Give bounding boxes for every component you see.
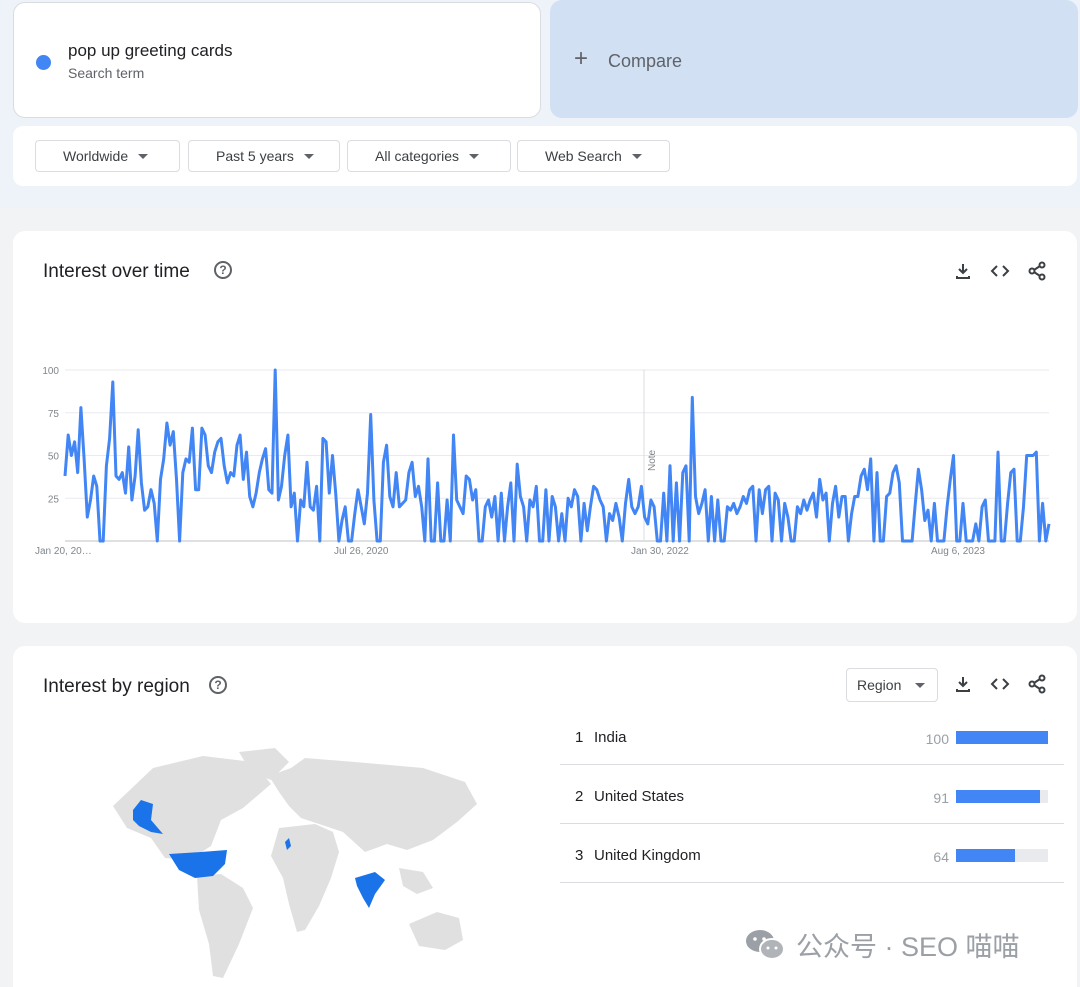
- plus-icon: +: [574, 45, 589, 72]
- world-map[interactable]: [93, 748, 493, 987]
- region-bar-track: [956, 849, 1048, 862]
- filter-search-type[interactable]: Web Search: [517, 140, 670, 172]
- caret-down-icon: [303, 153, 314, 159]
- y-tick-label: 25: [48, 494, 60, 505]
- filter-location[interactable]: Worldwide: [35, 140, 180, 172]
- filter-time-range-label: Past 5 years: [216, 148, 294, 164]
- region-name: United States: [594, 788, 685, 805]
- x-tick-label: Jan 30, 2022: [631, 546, 689, 557]
- region-bar-fill: [956, 731, 1048, 744]
- map-region-united-states: [169, 850, 227, 878]
- filter-time-range[interactable]: Past 5 years: [188, 140, 340, 172]
- embed-code-icon[interactable]: [990, 674, 1010, 694]
- share-icon[interactable]: [1027, 674, 1047, 694]
- filter-search-type-label: Web Search: [545, 148, 622, 164]
- interest-line-chart[interactable]: 25 50 75 100 Jan 20, 20… Jul 26, 2020 Jan 30, …: [13, 231, 1077, 623]
- region-rank: 1: [575, 729, 584, 746]
- region-select-label: Region: [857, 677, 902, 693]
- caret-down-icon: [915, 682, 926, 688]
- x-tick-label: Jan 20, 20…: [35, 546, 92, 557]
- caret-down-icon: [631, 153, 642, 159]
- region-name: India: [594, 729, 627, 746]
- region-rank: 3: [575, 847, 584, 864]
- region-row[interactable]: 3 United Kingdom 64: [560, 825, 1064, 883]
- note-label: Note: [647, 449, 658, 471]
- region-bar-fill: [956, 849, 1015, 862]
- caret-down-icon: [469, 153, 480, 159]
- series-color-dot: [36, 55, 51, 70]
- region-row[interactable]: 1 India 100: [560, 707, 1064, 765]
- region-bar-track: [956, 790, 1048, 803]
- region-name: United Kingdom: [594, 847, 701, 864]
- map-land: [113, 748, 477, 978]
- y-tick-label: 75: [48, 409, 60, 420]
- compare-button[interactable]: + Compare: [550, 0, 1078, 118]
- filter-bar: Worldwide Past 5 years All categories We…: [13, 126, 1077, 186]
- interest-by-region-title: Interest by region: [43, 676, 190, 697]
- region-value: 64: [933, 849, 949, 865]
- region-value: 91: [933, 790, 949, 806]
- watermark-text: 公众号 · SEO 喵喵: [796, 932, 1020, 962]
- watermark: 公众号 · SEO 喵喵: [744, 925, 1020, 964]
- filter-location-label: Worldwide: [63, 148, 129, 164]
- search-term-card[interactable]: pop up greeting cards Search term: [13, 2, 541, 118]
- caret-down-icon: [138, 153, 149, 159]
- interest-over-time-panel: Interest over time ? 25 50 75 100 Jan 20, 20…: [13, 231, 1077, 623]
- x-tick-label: Aug 6, 2023: [931, 546, 985, 557]
- region-resolution-select[interactable]: Region: [846, 668, 938, 702]
- map-region-india: [355, 872, 385, 908]
- wechat-icon: [746, 929, 785, 960]
- region-row[interactable]: 2 United States 91: [560, 766, 1064, 824]
- filter-category-label: All categories: [375, 148, 460, 164]
- download-icon[interactable]: [953, 674, 973, 694]
- x-tick-label: Jul 26, 2020: [334, 546, 389, 557]
- filter-category[interactable]: All categories: [347, 140, 511, 172]
- y-tick-label: 100: [42, 366, 59, 377]
- search-term-type: Search term: [68, 65, 145, 81]
- y-tick-label: 50: [48, 452, 60, 463]
- region-bar-track: [956, 731, 1048, 744]
- region-rank: 2: [575, 788, 584, 805]
- help-icon[interactable]: ?: [209, 676, 227, 694]
- compare-label: Compare: [608, 51, 683, 71]
- region-bar-fill: [956, 790, 1040, 803]
- region-value: 100: [925, 731, 949, 747]
- search-term-title: pop up greeting cards: [68, 41, 233, 60]
